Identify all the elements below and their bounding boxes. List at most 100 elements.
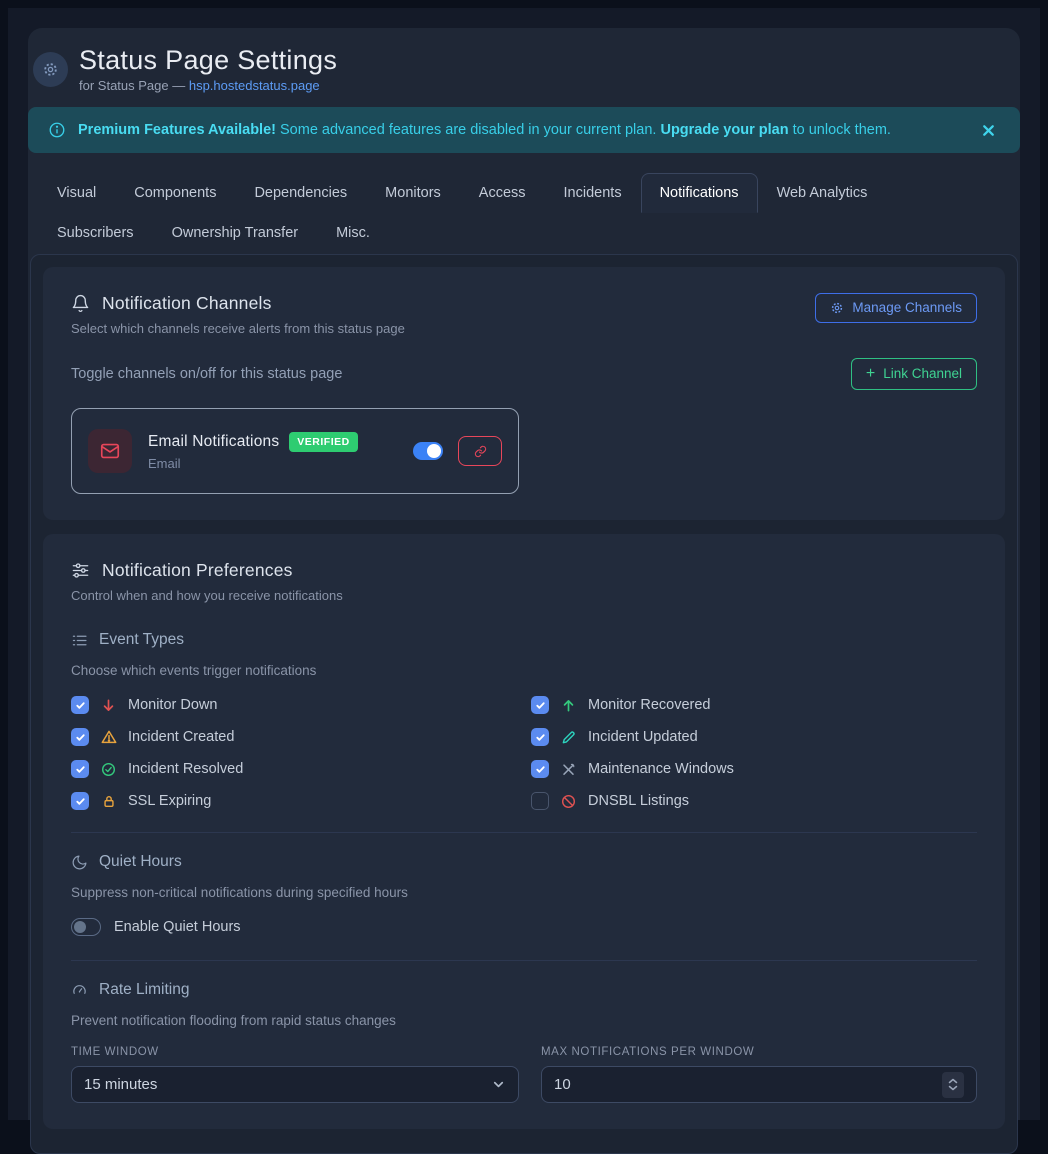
banner-suffix: to unlock them. [789,122,891,138]
email-channel-card: Email Notifications VERIFIED Email [71,408,519,494]
arrow-up-icon [560,698,577,713]
close-icon[interactable] [977,119,1000,142]
banner-bold: Premium Features Available! [78,122,276,138]
incident-resolved-checkbox[interactable] [71,760,89,778]
bell-icon [71,294,90,313]
event-label: Monitor Down [128,697,217,713]
arrow-down-icon [100,698,117,713]
tools-icon [560,762,577,777]
time-window-label: TIME WINDOW [71,1046,519,1058]
tab-misc[interactable]: Misc. [317,213,389,253]
notification-preferences-card: Notification Preferences Control when an… [43,534,1005,1129]
tab-subscribers[interactable]: Subscribers [38,213,153,253]
email-channel-toggle[interactable] [413,442,443,460]
tab-visual[interactable]: Visual [38,173,115,213]
max-notifications-input[interactable] [554,1076,942,1093]
list-icon [71,632,88,649]
event-dnsbl-listings: DNSBL Listings [531,790,977,812]
lock-icon [100,794,117,809]
toggle-channels-hint: Toggle channels on/off for this status p… [71,366,342,382]
channels-heading-block: Notification Channels Select which chann… [71,293,405,336]
rate-limiting-fields: TIME WINDOW 15 minutes MAX NOTIFICATIONS… [71,1046,977,1103]
tab-access[interactable]: Access [460,173,545,213]
quiet-hours-title: Quiet Hours [99,853,182,871]
rate-limiting-title: Rate Limiting [99,981,189,999]
time-window-field: TIME WINDOW 15 minutes [71,1046,519,1103]
preferences-subtitle: Control when and how you receive notific… [71,588,977,603]
tab-ownership-transfer[interactable]: Ownership Transfer [153,213,318,253]
number-stepper[interactable] [942,1072,964,1098]
info-icon [48,121,66,139]
section-divider [71,960,977,961]
tab-web-analytics[interactable]: Web Analytics [758,173,887,213]
gear-icon [33,52,68,87]
gear-icon [830,301,844,315]
quiet-hours-toggle[interactable] [71,918,101,936]
app-background: Status Page Settings for Status Page — h… [8,8,1040,1120]
envelope-icon [88,429,132,473]
verified-badge: VERIFIED [289,432,357,452]
tab-monitors[interactable]: Monitors [366,173,460,213]
settings-tabs: Visual Components Dependencies Monitors … [28,173,1020,253]
quiet-hours-subtitle: Suppress non-critical notifications duri… [71,885,977,900]
quiet-hours-toggle-label: Enable Quiet Hours [114,919,241,935]
link-channel-button[interactable]: + Link Channel [851,358,977,390]
chevron-down-icon [491,1077,506,1092]
channel-type: Email [148,456,358,471]
section-divider [71,832,977,833]
event-label: Maintenance Windows [588,761,734,777]
event-monitor-recovered: Monitor Recovered [531,694,977,716]
sliders-icon [71,561,90,580]
monitor-down-checkbox[interactable] [71,696,89,714]
event-label: DNSBL Listings [588,793,689,809]
manage-channels-button[interactable]: Manage Channels [815,293,977,323]
tab-incidents[interactable]: Incidents [545,173,641,213]
subtitle-text: for Status Page — [79,78,189,93]
tab-row-2: Subscribers Ownership Transfer Misc. [38,213,1010,253]
max-notifications-control [541,1066,977,1103]
notification-channels-card: Notification Channels Select which chann… [43,267,1005,520]
event-label: Incident Updated [588,729,698,745]
event-label: Incident Created [128,729,234,745]
max-notifications-field: MAX NOTIFICATIONS PER WINDOW [541,1046,977,1103]
time-window-select[interactable]: 15 minutes [71,1066,519,1103]
banner-message: Premium Features Available! Some advance… [78,122,965,138]
preferences-title: Notification Preferences [102,560,293,581]
event-incident-resolved: Incident Resolved [71,758,531,780]
tab-dependencies[interactable]: Dependencies [235,173,366,213]
event-incident-created: Incident Created [71,726,531,748]
ssl-expiring-checkbox[interactable] [71,792,89,810]
page-subtitle: for Status Page — hsp.hostedstatus.page [79,78,337,93]
unlink-channel-button[interactable] [458,436,502,466]
maintenance-windows-checkbox[interactable] [531,760,549,778]
plus-icon: + [866,366,875,382]
banner-text: Some advanced features are disabled in y… [276,122,660,138]
page-title-block: Status Page Settings for Status Page — h… [79,45,337,93]
page-title: Status Page Settings [79,45,337,76]
upgrade-plan-link[interactable]: Upgrade your plan [660,122,788,138]
monitor-recovered-checkbox[interactable] [531,696,549,714]
pencil-icon [560,730,577,745]
max-notifications-label: MAX NOTIFICATIONS PER WINDOW [541,1046,977,1058]
time-window-value: 15 minutes [84,1076,491,1093]
settings-page: Status Page Settings for Status Page — h… [28,28,1020,1120]
event-types-subtitle: Choose which events trigger notification… [71,663,977,678]
dnsbl-listings-checkbox[interactable] [531,792,549,810]
gauge-icon [71,982,88,999]
event-incident-updated: Incident Updated [531,726,977,748]
channel-name: Email Notifications [148,433,279,451]
page-header: Status Page Settings for Status Page — h… [28,28,1020,103]
tab-components[interactable]: Components [115,173,235,213]
tab-notifications[interactable]: Notifications [641,173,758,213]
manage-channels-label: Manage Channels [852,301,962,315]
event-maintenance-windows: Maintenance Windows [531,758,977,780]
status-page-link[interactable]: hsp.hostedstatus.page [189,78,320,93]
incident-created-checkbox[interactable] [71,728,89,746]
premium-banner: Premium Features Available! Some advance… [28,107,1020,153]
email-channel-info: Email Notifications VERIFIED Email [148,432,358,471]
channels-subtitle: Select which channels receive alerts fro… [71,321,405,336]
incident-updated-checkbox[interactable] [531,728,549,746]
chain-link-icon [474,445,487,458]
event-label: SSL Expiring [128,793,211,809]
event-monitor-down: Monitor Down [71,694,531,716]
